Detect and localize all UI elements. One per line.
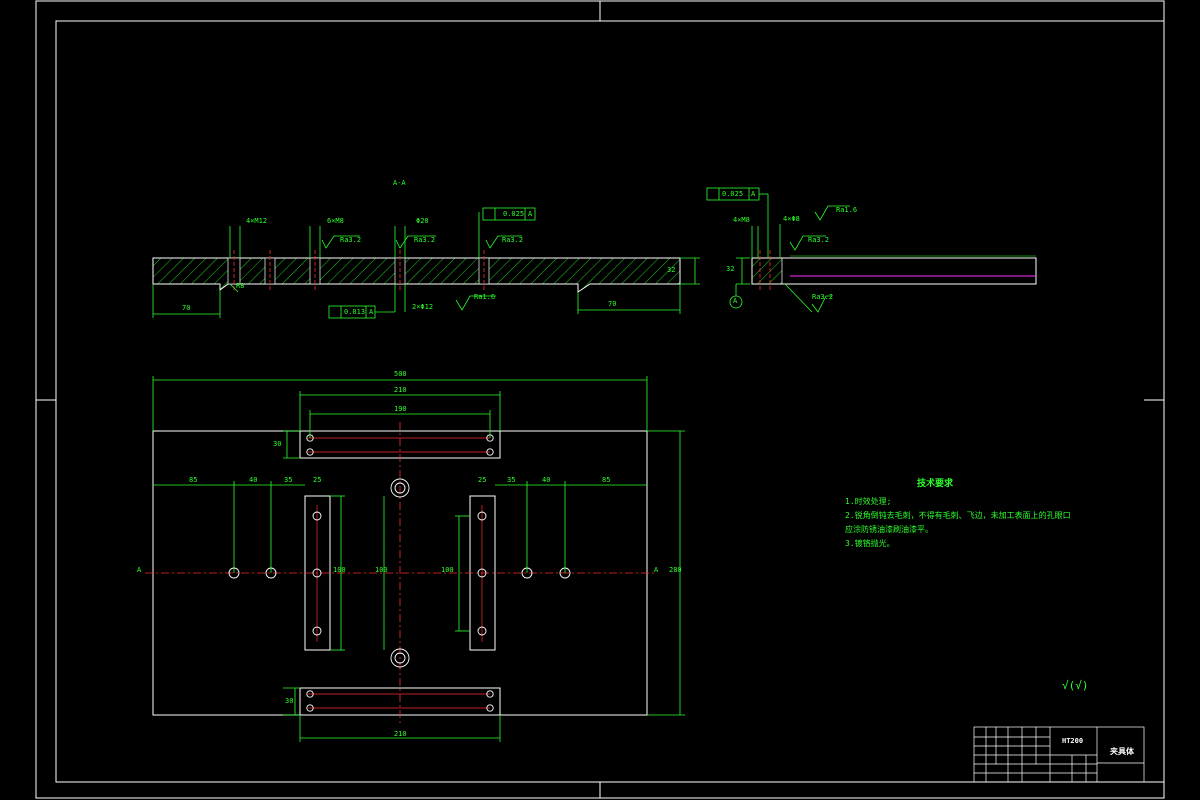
left-length-label: 70 (182, 304, 191, 312)
dim-left-3: 25 (313, 476, 322, 484)
dim-right-1: 35 (507, 476, 516, 484)
datum-a-label: A (528, 210, 533, 218)
radius-label: R8 (236, 282, 245, 290)
section-mark-right: A (654, 566, 659, 574)
right-length-label: 70 (608, 300, 617, 308)
tech-notes-title: 技术要求 (917, 479, 954, 489)
ra-label-4: Ra1.6 (474, 293, 496, 301)
side-parallel-tol: 0.025 (722, 190, 744, 198)
overall-height-label: 280 (669, 566, 682, 574)
top-slot-length-label: 210 (394, 386, 407, 394)
plan-view (145, 376, 685, 742)
slot-width-bottom-label: 30 (285, 697, 294, 705)
side-ra-2: Ra3.2 (808, 236, 830, 244)
side-height-label: 32 (726, 265, 735, 273)
callout-dia: Φ20 (416, 217, 429, 225)
thickness-label: 32 (667, 266, 676, 274)
dim-left-1: 40 (249, 476, 258, 484)
overall-width-label: 500 (394, 370, 407, 378)
parallel-tol-label: 0.025 (503, 210, 525, 218)
side-dim-mid-label: 100 (375, 566, 388, 574)
hole-2x-label: 2×Φ12 (412, 303, 434, 311)
perp-tol-label: 0.013 (344, 308, 366, 316)
side-ra-3: Ra3.2 (812, 293, 834, 301)
tech-note-2: 2.锐角倒钝去毛刺，不得有毛刺、飞边，未加工表面上的孔眼口 (845, 511, 1071, 520)
dim-right-2: 40 (542, 476, 551, 484)
perp-datum-label: A (369, 308, 374, 316)
section-label: A-A (393, 179, 406, 187)
ra-label-3: Ra3.2 (502, 236, 524, 244)
side-dim-right-label: 100 (441, 566, 454, 574)
bottom-slot-length-label: 210 (394, 730, 407, 738)
sheet-border (35, 0, 1165, 799)
tech-note-3: 应涂防锈油漆刷油漆平。 (845, 525, 933, 534)
side-holes2-label: 4×Φ8 (783, 215, 800, 223)
tech-note-4: 3.镀铬抛光。 (845, 539, 895, 548)
side-view (706, 187, 1037, 313)
material-label: HT200 (1062, 737, 1084, 745)
side-holes-label: 4×M8 (733, 216, 750, 224)
dim-left-0: 85 (189, 476, 198, 484)
side-datum-circle-label: A (733, 297, 738, 305)
inner-border (55, 20, 1165, 783)
side-dim-left-label: 100 (333, 566, 346, 574)
ra-label-1: Ra3.2 (340, 236, 362, 244)
roughness-symbol: √(√) (1062, 679, 1089, 692)
part-name-label: 夹具体 (1110, 747, 1134, 756)
tech-note-1: 1.时效处理; (845, 497, 892, 506)
slot-width-label: 30 (273, 440, 282, 448)
side-datum: A (751, 190, 756, 198)
dim-right-0: 25 (478, 476, 487, 484)
top-slot-inner-label: 190 (394, 405, 407, 413)
dim-left-2: 35 (284, 476, 293, 484)
dim-right-3: 85 (602, 476, 611, 484)
drawing-canvas (35, 0, 1165, 799)
section-mark-left: A (137, 566, 142, 574)
callout-holes-6x: 6×M8 (327, 217, 344, 225)
ra-label-2: Ra3.2 (414, 236, 436, 244)
callout-holes-4x: 4×M12 (246, 217, 268, 225)
side-ra-1: Ra1.6 (836, 206, 858, 214)
